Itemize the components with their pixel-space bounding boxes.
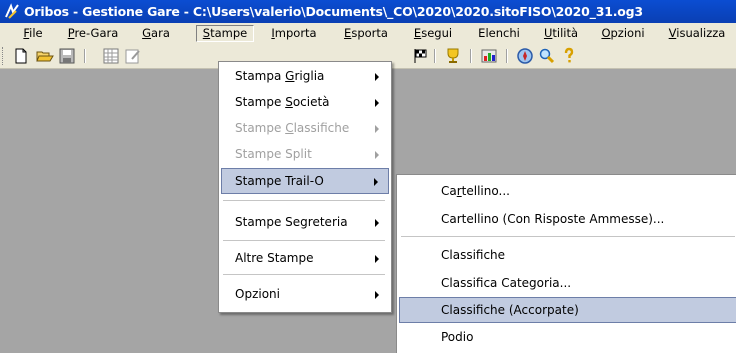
- compass-icon[interactable]: [516, 47, 534, 65]
- menu-separator: [223, 274, 385, 275]
- menu-item-podio[interactable]: Podio: [399, 325, 736, 349]
- submenu-arrow-icon: [375, 125, 379, 133]
- menu-item-opzioni[interactable]: Opzioni: [221, 282, 389, 306]
- submenu-arrow-icon: [375, 219, 379, 227]
- menu-item-stampe-segreteria[interactable]: Stampe Segreteria: [221, 210, 389, 234]
- stampe-dropdown-menu: Stampa Griglia Stampe Società Stampe Cla…: [218, 61, 392, 313]
- menu-item-cartellino-risposte-ammesse[interactable]: Cartellino (Con Risposte Ammesse)...: [399, 207, 736, 231]
- grid-icon[interactable]: [102, 47, 120, 65]
- menu-gara[interactable]: Gara: [138, 25, 174, 42]
- magnifier-icon[interactable]: [538, 47, 556, 65]
- new-file-icon[interactable]: [12, 47, 30, 65]
- trophy-icon[interactable]: [444, 47, 462, 65]
- menu-utilita[interactable]: Utilità: [538, 25, 584, 42]
- checkered-flag-icon[interactable]: [412, 47, 430, 65]
- open-folder-icon[interactable]: [36, 47, 54, 65]
- menu-esegui[interactable]: Esegui: [408, 25, 458, 42]
- menu-item-stampe-societa[interactable]: Stampe Società: [221, 90, 389, 114]
- toolbar-separator: [470, 49, 472, 63]
- submenu-arrow-icon: [374, 178, 378, 186]
- menu-item-classifica-categoria[interactable]: Classifica Categoria...: [399, 271, 736, 295]
- toolbar-separator: [84, 49, 86, 63]
- window-title: Oribos - Gestione Gare - C:\Users\valeri…: [24, 4, 643, 19]
- menu-importa[interactable]: Importa: [266, 25, 322, 42]
- menu-separator: [223, 240, 385, 241]
- menu-separator: [223, 200, 385, 201]
- menu-esporta[interactable]: Esporta: [338, 25, 394, 42]
- menu-item-stampe-classifiche: Stampe Classifiche: [221, 116, 389, 140]
- menu-item-stampe-trail-o[interactable]: Stampe Trail-O: [221, 168, 389, 194]
- toolbar-grip[interactable]: [2, 47, 6, 65]
- menu-item-altre-stampe[interactable]: Altre Stampe: [221, 246, 389, 270]
- save-icon[interactable]: [58, 47, 76, 65]
- menu-visualizza[interactable]: Visualizza: [664, 25, 730, 42]
- submenu-arrow-icon: [375, 99, 379, 107]
- submenu-arrow-icon: [375, 255, 379, 263]
- trail-o-submenu: Cartellino... Cartellino (Con Risposte A…: [396, 174, 736, 353]
- menu-item-cartellino[interactable]: Cartellino...: [399, 179, 736, 203]
- menu-item-stampa-griglia[interactable]: Stampa Griglia: [221, 64, 389, 88]
- menu-item-classifiche-accorpate[interactable]: Classifiche (Accorpate): [399, 297, 736, 323]
- menu-stampe[interactable]: Stampe: [196, 25, 254, 42]
- menu-bar: File Pre-Gara Gara Stampe Importa Esport…: [0, 23, 736, 44]
- menu-item-stampe-split: Stampe Split: [221, 142, 389, 166]
- submenu-arrow-icon: [375, 291, 379, 299]
- menu-separator: [401, 236, 735, 237]
- menu-pre-gara[interactable]: Pre-Gara: [63, 25, 123, 42]
- menu-file[interactable]: File: [20, 25, 46, 42]
- menu-elenchi[interactable]: Elenchi: [472, 25, 526, 42]
- submenu-arrow-icon: [375, 151, 379, 159]
- toolbar-separator: [434, 49, 436, 63]
- menu-opzioni[interactable]: Opzioni: [598, 25, 648, 42]
- submenu-arrow-icon: [375, 73, 379, 81]
- chart-icon[interactable]: [480, 47, 498, 65]
- help-icon[interactable]: [560, 47, 578, 65]
- menu-item-classifiche[interactable]: Classifiche: [399, 243, 736, 267]
- app-icon: [5, 3, 19, 19]
- toolbar-separator: [506, 49, 508, 63]
- edit-icon[interactable]: [124, 47, 142, 65]
- title-bar: Oribos - Gestione Gare - C:\Users\valeri…: [0, 0, 736, 23]
